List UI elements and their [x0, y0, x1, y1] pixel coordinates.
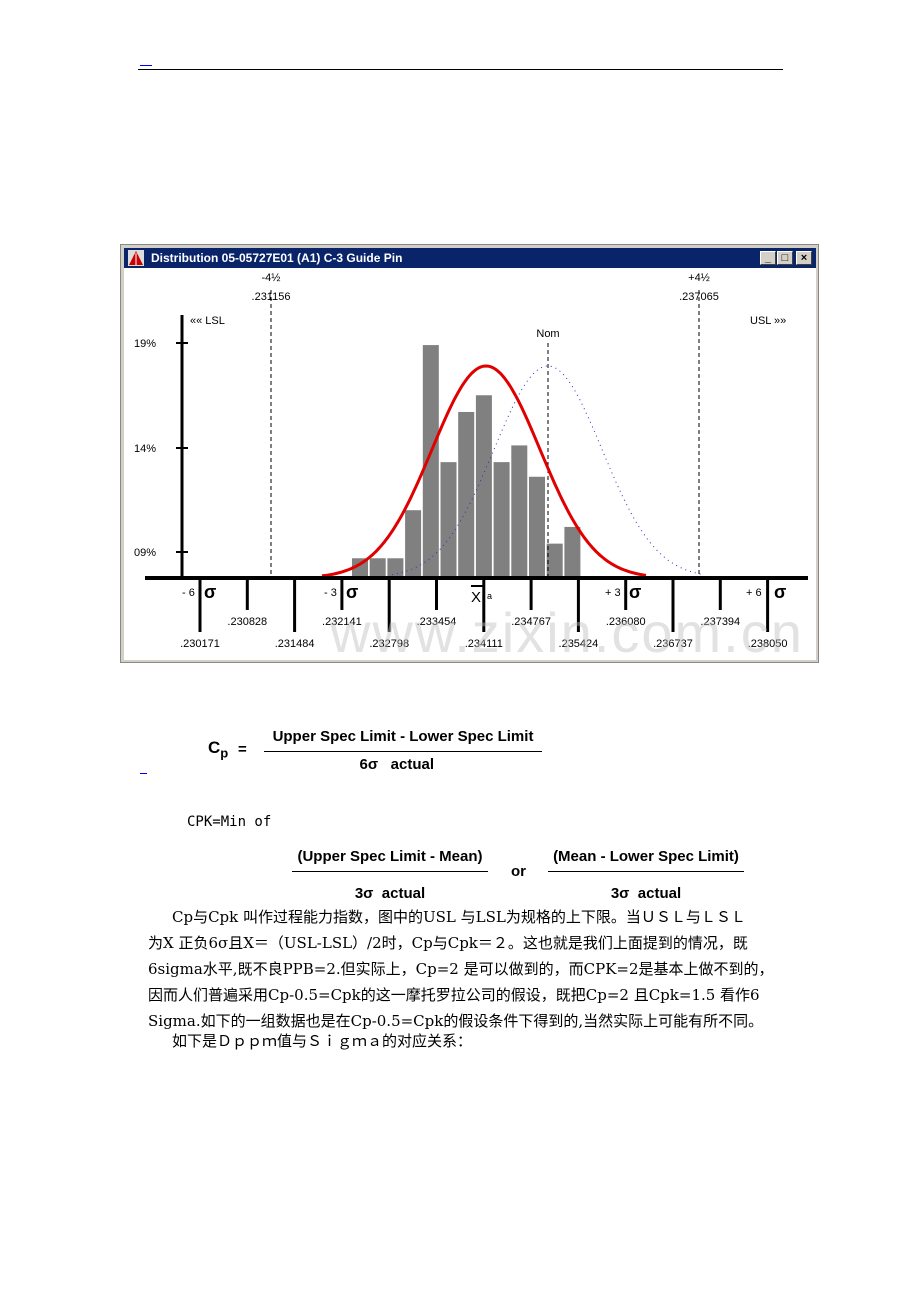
x-tick-label: .230828 — [227, 616, 267, 628]
cp-symbol: Cp — [208, 738, 228, 760]
sigma-symbol: σ — [629, 582, 641, 602]
histogram-bar — [405, 510, 422, 578]
close-button[interactable]: × — [796, 251, 812, 265]
sigma-symbol: σ — [346, 582, 358, 602]
histogram-bar — [422, 345, 439, 578]
histogram-bar — [564, 526, 581, 578]
lsl-label: «« LSL — [190, 315, 225, 327]
sigma-label-minus6: - 6 — [182, 587, 195, 599]
cpk-numerator-lower: (Mean - Lower Spec Limit) — [553, 848, 739, 865]
usl-label: USL »» — [750, 315, 786, 327]
histogram-bar — [546, 543, 563, 578]
closing-line: 如下是Ｄｐｐｍ值与Ｓｉｇｍａ的对应关系： — [172, 1032, 473, 1050]
histogram-bar — [387, 558, 404, 578]
histogram-bar — [493, 462, 510, 578]
minimize-button[interactable]: _ — [760, 251, 776, 265]
cp-fraction-bar — [264, 751, 542, 752]
cp-subscript: p — [220, 745, 229, 761]
window-title: Distribution 05-05727E01 (A1) C-3 Guide … — [151, 251, 403, 265]
nominal-label: Nom — [536, 328, 559, 340]
cpk-fraction-bar — [292, 871, 488, 872]
or-label: or — [511, 863, 526, 880]
cpk-numerator-upper: (Upper Spec Limit - Mean) — [297, 848, 483, 865]
watermark: www.zixin.com.cn — [330, 601, 804, 664]
sigma-label-plus6: + 6 — [746, 587, 762, 599]
x-tick-label: .230171 — [180, 638, 220, 650]
document-page: Distribution 05-05727E01 (A1) C-3 Guide … — [0, 0, 920, 1302]
paragraph-line: 因而人们普遍采用Cp-0.5=Cpk的这一摩托罗拉公司的假设，既把Cp=2 且C… — [148, 986, 760, 1004]
sigma-symbol: σ — [774, 582, 786, 602]
sigma-symbol: σ — [204, 582, 216, 602]
upper-spec-value: .237065 — [679, 291, 719, 303]
lower-sigma-label: -4½ — [262, 272, 281, 284]
header-rule — [138, 69, 783, 70]
cpk-intro: CPK=Min of — [187, 814, 272, 830]
histogram-bar — [369, 558, 386, 578]
header-link-mark[interactable] — [140, 65, 152, 66]
x-tick-label: .231484 — [275, 638, 315, 650]
app-icon — [128, 250, 144, 266]
cp-numerator: Upper Spec Limit - Lower Spec Limit — [272, 728, 534, 745]
histogram-bar — [458, 411, 475, 578]
y-tick-label: 14% — [134, 443, 156, 455]
cpk-denominator-lower: 3σ actual — [610, 885, 682, 902]
cpk-denominator-upper: 3σ actual — [354, 885, 426, 902]
cpk-fraction-bar — [548, 871, 744, 872]
link-mark[interactable] — [140, 773, 147, 774]
cp-denominator: 6σ actual — [359, 756, 434, 773]
paragraph-line: 为X 正负6σ且X＝（USL-LSL）/2时，Cp与Cpk＝２。这也就是我们上面… — [148, 934, 748, 952]
paragraph-line: 6sigma水平,既不良PPB=2.但实际上，Cp=2 是可以做到的，而CPK=… — [148, 960, 774, 978]
upper-sigma-label: +4½ — [688, 272, 710, 284]
lower-spec-value: .231156 — [252, 291, 291, 303]
window-titlebar[interactable]: Distribution 05-05727E01 (A1) C-3 Guide … — [124, 248, 816, 268]
maximize-button[interactable]: □ — [777, 251, 793, 265]
y-tick-label: 19% — [134, 338, 156, 350]
cp-letter: C — [208, 738, 221, 757]
histogram-bar — [440, 462, 457, 578]
sigma-label-minus3: - 3 — [324, 587, 337, 599]
y-tick-label: 09% — [134, 547, 156, 559]
sigma-label-plus3: + 3 — [605, 587, 621, 599]
cp-equals: = — [238, 741, 247, 758]
histogram-bar — [529, 476, 545, 578]
paragraph-line: Cp与Cpk 叫作过程能力指数，图中的USL 与LSL为规格的上下限。当ＵＳＬ与… — [172, 908, 746, 926]
histogram-bar — [511, 445, 528, 578]
histogram-bar — [475, 395, 492, 578]
